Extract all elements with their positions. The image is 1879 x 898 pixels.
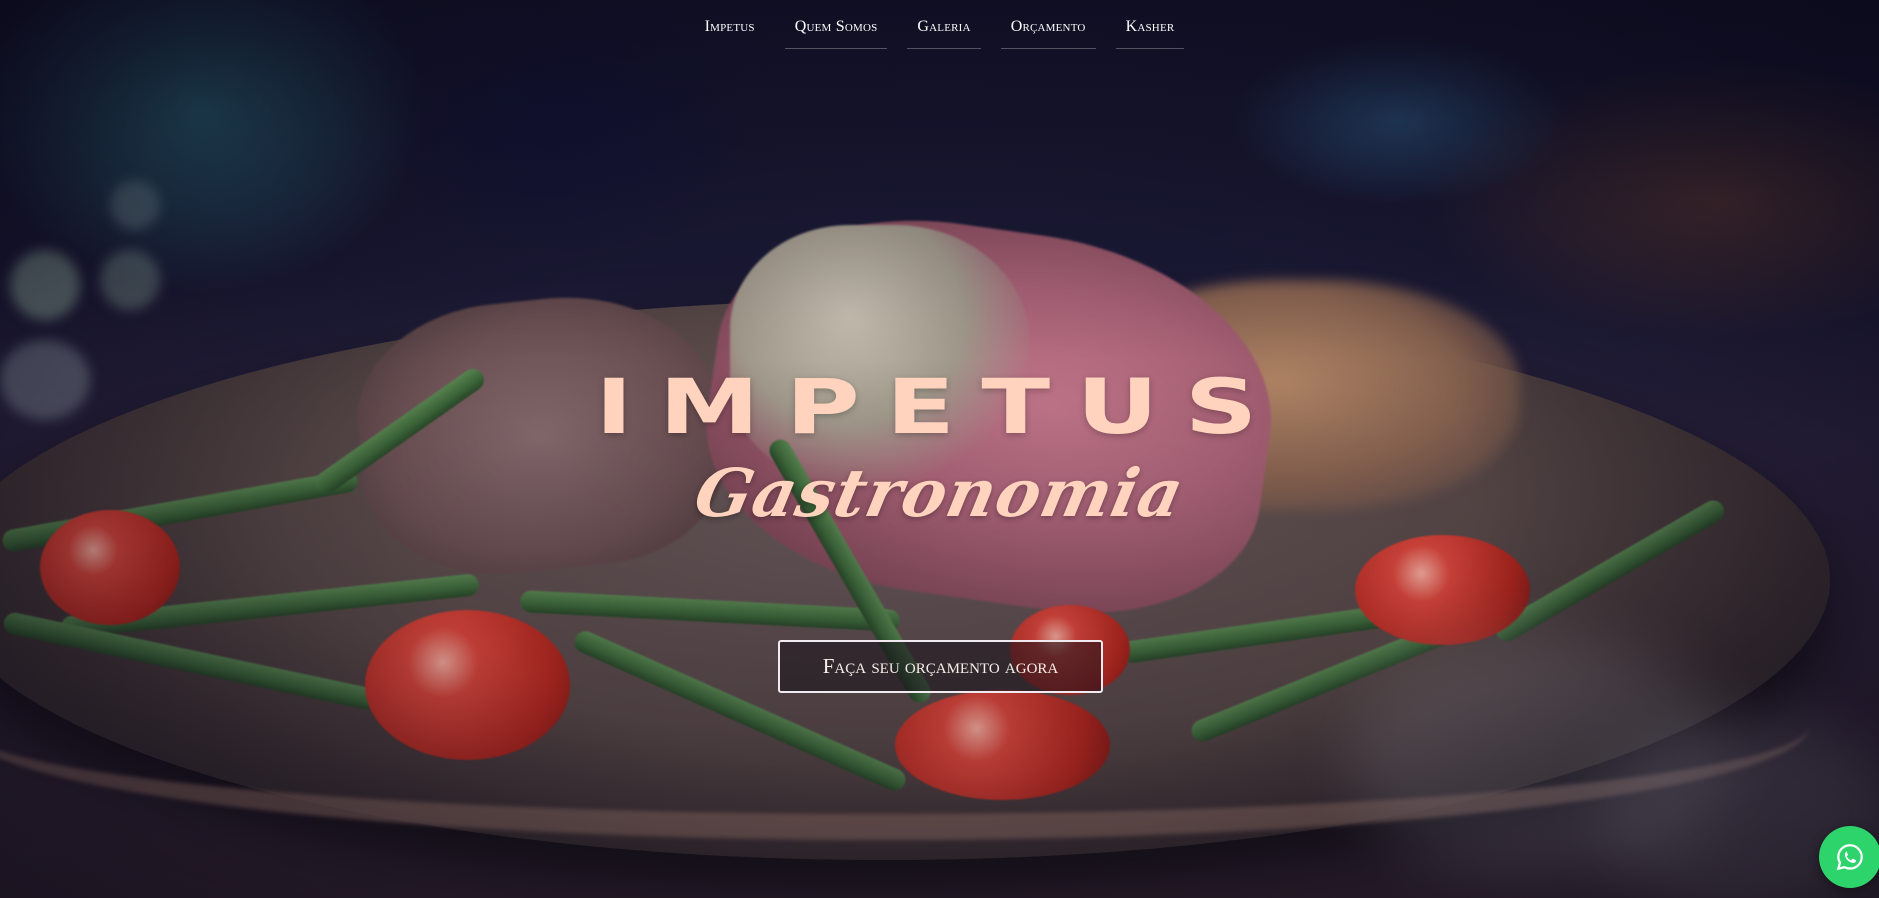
nav-item-kasher[interactable]: Kasher [1115,0,1185,49]
nav-item-quem-somos[interactable]: Quem Somos [784,0,888,49]
nav-label: Quem Somos [794,18,878,35]
nav-label: Impetus [704,18,755,35]
brand-title: IMPETUS [595,362,1284,452]
nav-label: Kasher [1125,18,1175,35]
nav-label: Orçamento [1010,18,1086,35]
nav-item-impetus[interactable]: Impetus [695,0,765,49]
quote-cta-label: Faça seu orçamento agora [822,654,1059,678]
whatsapp-button[interactable] [1819,826,1879,888]
quote-cta-button[interactable]: Faça seu orçamento agora [778,640,1103,693]
brand-subtitle: Gastronomia [688,454,1191,532]
nav-label: Galeria [917,18,971,35]
main-nav: Impetus Quem Somos Galeria Orçamento Kas… [0,0,1879,54]
whatsapp-icon [1836,844,1863,871]
nav-item-galeria[interactable]: Galeria [907,0,981,49]
nav-item-orcamento[interactable]: Orçamento [1000,0,1096,49]
